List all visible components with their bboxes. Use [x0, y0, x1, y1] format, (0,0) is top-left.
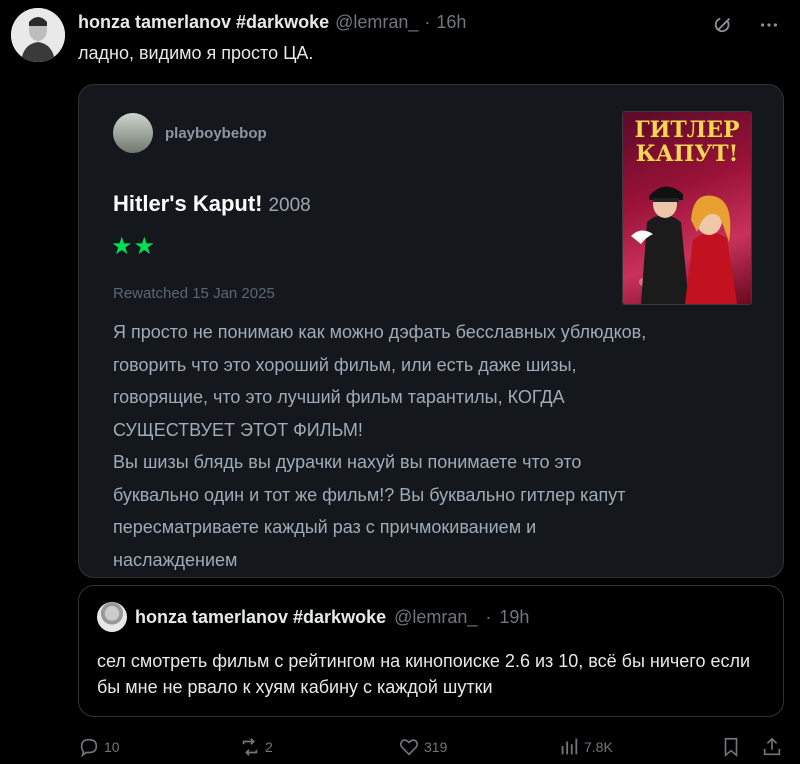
review-body: Я просто не понимаю как можно дэфать бес…: [113, 322, 647, 570]
quoted-author-avatar: [97, 602, 127, 632]
bookmark-button[interactable]: [720, 736, 742, 758]
reviewer-avatar: [113, 113, 153, 153]
tweet-text: ладно, видимо я просто ЦА.: [78, 43, 314, 63]
author-handle[interactable]: @lemran_: [335, 12, 418, 33]
like-count: 319: [424, 739, 448, 755]
separator-dot: ·: [424, 12, 431, 32]
repost-button[interactable]: 2: [239, 736, 273, 758]
views-icon: [561, 738, 578, 755]
repost-count: 2: [265, 739, 273, 755]
tweet-action-bar: 10 2 319 7.8K: [78, 736, 784, 762]
film-title-text: Hitler's Kaput!: [113, 191, 263, 216]
tweet-header: honza tamerlanov #darkwoke @lemran_ · 16…: [78, 12, 466, 33]
more-icon[interactable]: [756, 12, 782, 38]
bookmark-icon: [724, 737, 738, 758]
film-title: Hitler's Kaput! 2008: [113, 191, 311, 217]
reply-button[interactable]: 10: [78, 736, 120, 758]
like-icon: [399, 739, 419, 756]
review-card[interactable]: playboybebop Hitler's Kaput! 2008 ★★ Rewa…: [78, 84, 784, 578]
quoted-tweet-time: 19h: [499, 606, 530, 627]
quoted-tweet-text: сел смотреть фильм с рейтингом на кинопо…: [97, 651, 751, 697]
author-name[interactable]: honza tamerlanov #darkwoke: [78, 12, 329, 33]
quoted-separator-dot: ·: [485, 606, 492, 627]
quoted-author-name: honza tamerlanov #darkwoke: [135, 606, 387, 627]
quoted-tweet[interactable]: honza tamerlanov #darkwoke @lemran_ · 19…: [78, 585, 784, 717]
movie-poster: ГИТЛЕР КАПУТ!: [622, 111, 752, 305]
star-rating: ★★: [111, 233, 157, 260]
rewatched-date: Rewatched 15 Jan 2025: [113, 285, 275, 302]
views-button[interactable]: 7.8K: [558, 736, 613, 758]
repost-icon: [242, 738, 258, 756]
poster-title: ГИТЛЕР КАПУТ!: [634, 117, 740, 167]
film-year: 2008: [268, 195, 311, 216]
grok-icon[interactable]: [710, 12, 736, 38]
views-count: 7.8K: [584, 739, 613, 755]
reviewer-username: playboybebop: [165, 124, 267, 142]
share-button[interactable]: [761, 736, 783, 758]
share-icon: [763, 737, 781, 756]
quoted-author-handle: @lemran_: [394, 606, 478, 627]
reply-icon: [80, 738, 98, 758]
reviewer: playboybebop: [113, 113, 267, 153]
reply-count: 10: [104, 739, 120, 755]
quoted-tweet-header: honza tamerlanov #darkwoke @lemran_ · 19…: [97, 602, 529, 632]
tweet-time[interactable]: 16h: [436, 12, 466, 33]
like-button[interactable]: 319: [398, 736, 447, 758]
tweet-top-actions: [710, 12, 782, 38]
author-avatar[interactable]: [11, 8, 65, 62]
